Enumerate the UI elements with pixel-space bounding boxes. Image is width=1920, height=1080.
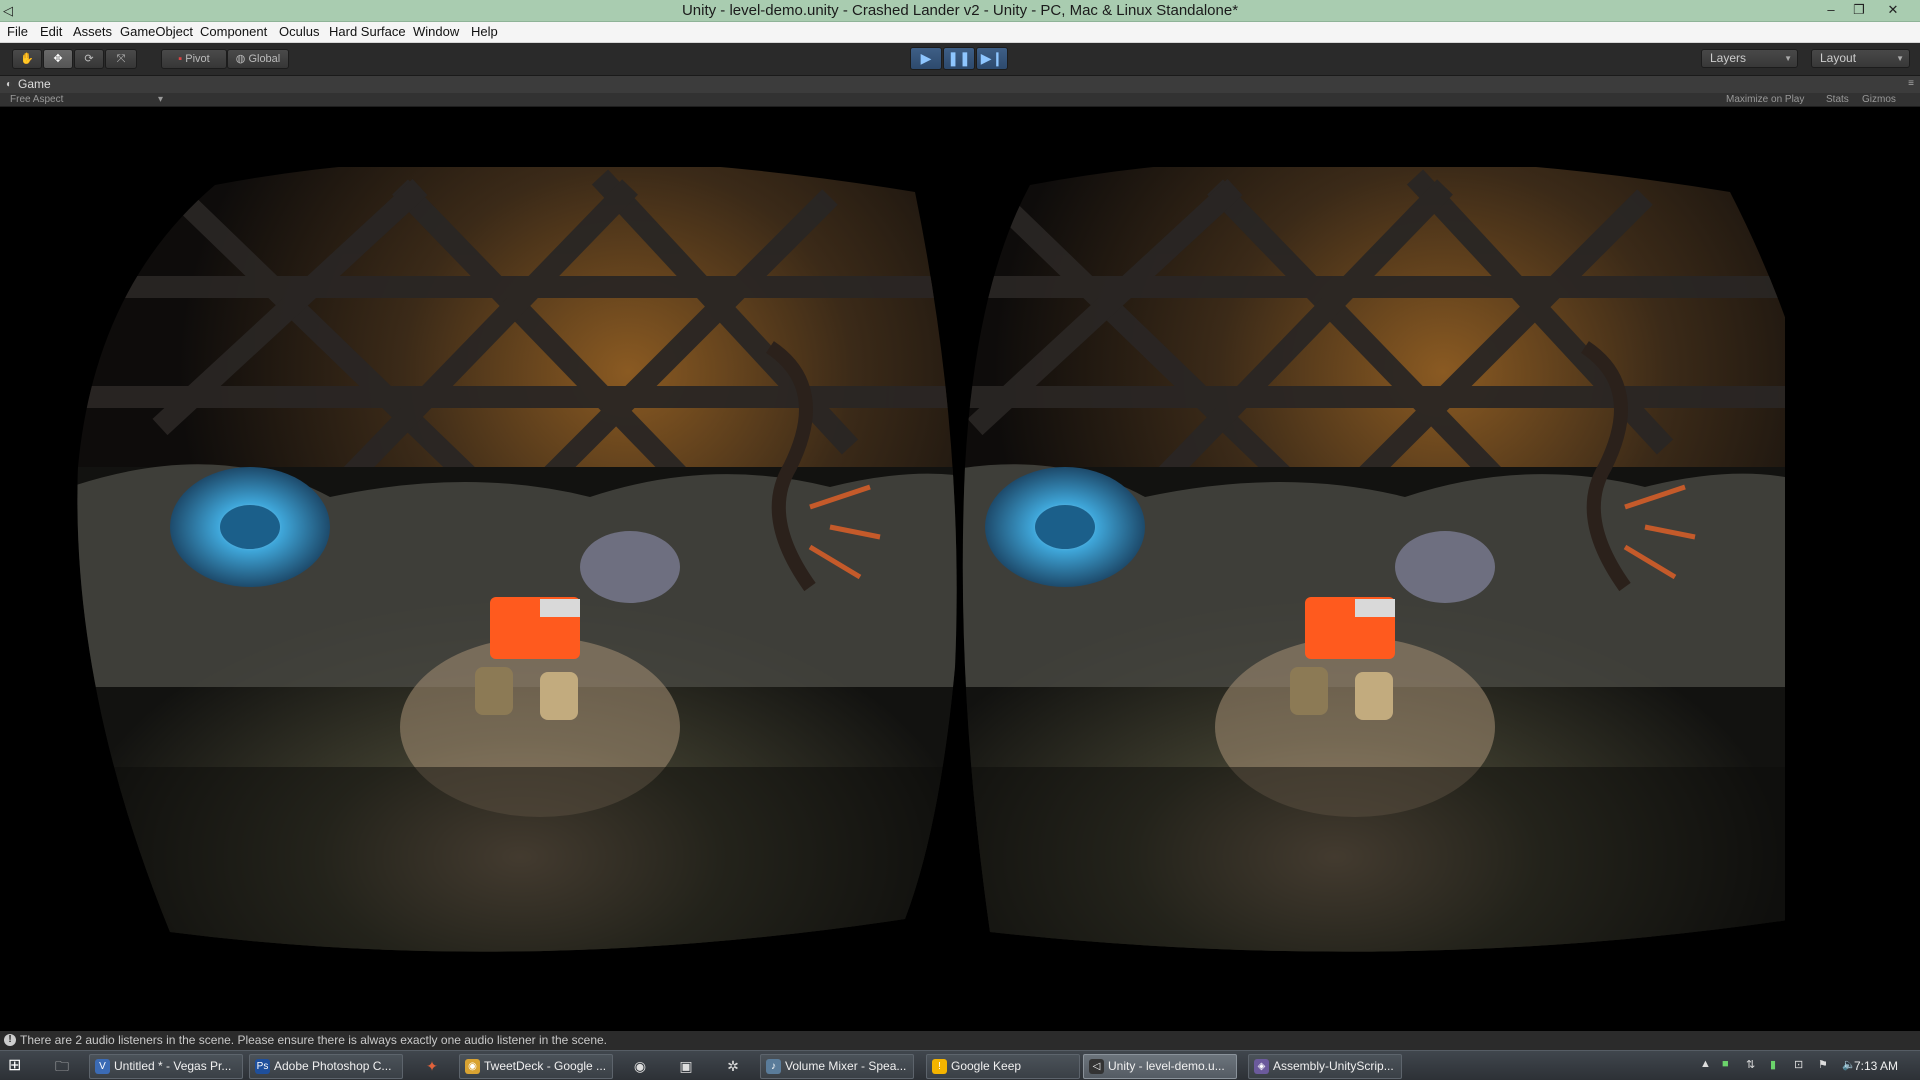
menu-component[interactable]: Component bbox=[200, 24, 267, 39]
info-icon: ! bbox=[4, 1034, 16, 1046]
pause-button[interactable]: ❚❚ bbox=[943, 47, 975, 70]
layout-dropdown[interactable]: Layout ▼ bbox=[1811, 49, 1910, 68]
gizmos-dropdown[interactable]: Gizmos bbox=[1862, 93, 1896, 107]
minimize-button[interactable]: – bbox=[1818, 0, 1844, 20]
speaker-icon: ♪ bbox=[766, 1059, 781, 1074]
image-viewer-icon[interactable]: ▣ bbox=[675, 1056, 697, 1076]
chevron-down-icon: ▼ bbox=[1784, 54, 1792, 63]
play-button[interactable]: ▶ bbox=[910, 47, 942, 70]
taskbar-item-label: Unity - level-demo.u... bbox=[1108, 1059, 1225, 1073]
game-tab-bar: ◐ Game ≡ bbox=[0, 76, 1920, 93]
nvidia-icon[interactable]: ■ bbox=[1722, 1058, 1729, 1070]
app-icon[interactable]: ✦ bbox=[421, 1056, 443, 1076]
maximize-on-play-toggle[interactable]: Maximize on Play bbox=[1726, 93, 1804, 107]
file-explorer-icon[interactable]: 🗀 bbox=[51, 1056, 73, 1076]
scale-tool-button[interactable]: ⤧ bbox=[105, 49, 137, 69]
taskbar-item-unity[interactable]: ◁ Unity - level-demo.u... bbox=[1083, 1054, 1237, 1079]
taskbar-item-tweetdeck[interactable]: ◉ TweetDeck - Google ... bbox=[459, 1054, 613, 1079]
pivot-toggle[interactable]: ▪ Pivot bbox=[161, 49, 227, 69]
move-tool-button[interactable]: ✥ bbox=[43, 49, 73, 69]
pivot-label: Pivot bbox=[185, 53, 210, 65]
menu-edit[interactable]: Edit bbox=[40, 24, 62, 39]
menu-gameobject[interactable]: GameObject bbox=[120, 24, 193, 39]
chevron-down-icon: ▼ bbox=[1896, 54, 1904, 63]
stereo-render bbox=[0, 107, 1920, 1024]
pacman-icon: ◐ bbox=[6, 79, 13, 90]
hand-icon: ✋ bbox=[20, 53, 34, 65]
taskbar-item-photoshop[interactable]: Ps Adobe Photoshop C... bbox=[249, 1054, 403, 1079]
game-view[interactable] bbox=[0, 107, 1920, 1024]
taskbar-item-label: Adobe Photoshop C... bbox=[274, 1059, 392, 1073]
taskbar-item-label: Untitled * - Vegas Pr... bbox=[114, 1059, 232, 1073]
global-toggle[interactable]: ◍ Global bbox=[227, 49, 289, 69]
tab-game[interactable]: ◐ Game bbox=[4, 76, 51, 93]
menu-bar: File Edit Assets GameObject Component Oc… bbox=[0, 22, 1920, 43]
restore-button[interactable]: ❐ bbox=[1846, 0, 1872, 20]
settings-icon[interactable]: ✲ bbox=[722, 1056, 744, 1076]
move-icon: ✥ bbox=[53, 53, 63, 65]
clock[interactable]: 7:13 AM bbox=[1854, 1059, 1898, 1073]
taskbar: ⊞ 🗀 V Untitled * - Vegas Pr... Ps Adobe … bbox=[0, 1050, 1920, 1080]
chrome-icon: ◉ bbox=[465, 1059, 480, 1074]
aspect-dropdown[interactable]: Free Aspect bbox=[10, 93, 63, 107]
taskbar-item-volume-mixer[interactable]: ♪ Volume Mixer - Spea... bbox=[760, 1054, 914, 1079]
network-icon[interactable]: ⊡ bbox=[1794, 1058, 1803, 1071]
close-button[interactable]: ✕ bbox=[1880, 0, 1906, 20]
play-icon: ▶ bbox=[920, 50, 932, 66]
menu-oculus[interactable]: Oculus bbox=[279, 24, 319, 39]
vegas-icon: V bbox=[95, 1059, 110, 1074]
layout-label: Layout bbox=[1820, 51, 1857, 65]
globe-icon: ◍ bbox=[235, 53, 246, 65]
panel-menu-icon[interactable]: ≡ bbox=[1908, 78, 1914, 89]
chevron-down-icon: ▾ bbox=[158, 94, 164, 105]
rotate-icon: ⟳ bbox=[84, 53, 94, 65]
taskbar-item-google-keep[interactable]: ! Google Keep bbox=[926, 1054, 1080, 1079]
windows-start-icon[interactable]: ⊞ bbox=[8, 1057, 28, 1075]
tray-overflow-icon[interactable]: ▲ bbox=[1700, 1058, 1711, 1070]
stats-toggle[interactable]: Stats bbox=[1826, 93, 1849, 107]
scale-icon: ⤧ bbox=[116, 53, 126, 65]
keep-icon: ! bbox=[932, 1059, 947, 1074]
pause-icon: ❚❚ bbox=[947, 50, 971, 66]
battery-icon[interactable]: ▮ bbox=[1770, 1058, 1776, 1071]
status-message: There are 2 audio listeners in the scene… bbox=[20, 1033, 608, 1047]
eye-icon[interactable]: ◉ bbox=[629, 1056, 651, 1076]
menu-assets[interactable]: Assets bbox=[73, 24, 112, 39]
window-title: Unity - level-demo.unity - Crashed Lande… bbox=[681, 2, 1239, 19]
step-icon: ▶❙ bbox=[980, 50, 1004, 66]
pivot-icon: ▪ bbox=[178, 53, 183, 65]
menu-window[interactable]: Window bbox=[413, 24, 459, 39]
menu-help[interactable]: Help bbox=[471, 24, 498, 39]
rotate-tool-button[interactable]: ⟳ bbox=[74, 49, 104, 69]
layers-dropdown[interactable]: Layers ▼ bbox=[1701, 49, 1798, 68]
taskbar-item-label: Assembly-UnityScrip... bbox=[1273, 1059, 1394, 1073]
toolbar: ✋ ✥ ⟳ ⤧ ▪ Pivot ◍ Global ▶ ❚❚ ▶❙ Layers ▼… bbox=[0, 43, 1920, 76]
monodevelop-icon: ◈ bbox=[1254, 1059, 1269, 1074]
taskbar-item-label: Google Keep bbox=[951, 1059, 1022, 1073]
taskbar-item-label: Volume Mixer - Spea... bbox=[785, 1059, 907, 1073]
taskbar-item-vegas[interactable]: V Untitled * - Vegas Pr... bbox=[89, 1054, 243, 1079]
window-titlebar: ◁ Unity - level-demo.unity - Crashed Lan… bbox=[0, 0, 1920, 22]
hand-tool-button[interactable]: ✋ bbox=[12, 49, 42, 69]
global-label: Global bbox=[248, 53, 281, 65]
flag-icon[interactable]: ⚑ bbox=[1818, 1058, 1828, 1071]
menu-file[interactable]: File bbox=[7, 24, 28, 39]
unity-icon: ◁ bbox=[1089, 1059, 1104, 1074]
step-button[interactable]: ▶❙ bbox=[976, 47, 1008, 70]
right-eye-view bbox=[875, 167, 1785, 987]
menu-hard-surface[interactable]: Hard Surface bbox=[329, 24, 406, 39]
layers-label: Layers bbox=[1710, 51, 1747, 65]
left-eye-view bbox=[60, 167, 970, 987]
taskbar-item-monodevelop[interactable]: ◈ Assembly-UnityScrip... bbox=[1248, 1054, 1402, 1079]
tab-game-label: Game bbox=[18, 77, 51, 91]
console-status-bar[interactable]: ! There are 2 audio listeners in the sce… bbox=[0, 1031, 1920, 1050]
photoshop-icon: Ps bbox=[255, 1059, 270, 1074]
game-controls: Free Aspect ▾ Maximize on Play Stats Giz… bbox=[0, 93, 1920, 107]
taskbar-item-label: TweetDeck - Google ... bbox=[484, 1059, 607, 1073]
sync-icon[interactable]: ⇅ bbox=[1746, 1058, 1755, 1071]
